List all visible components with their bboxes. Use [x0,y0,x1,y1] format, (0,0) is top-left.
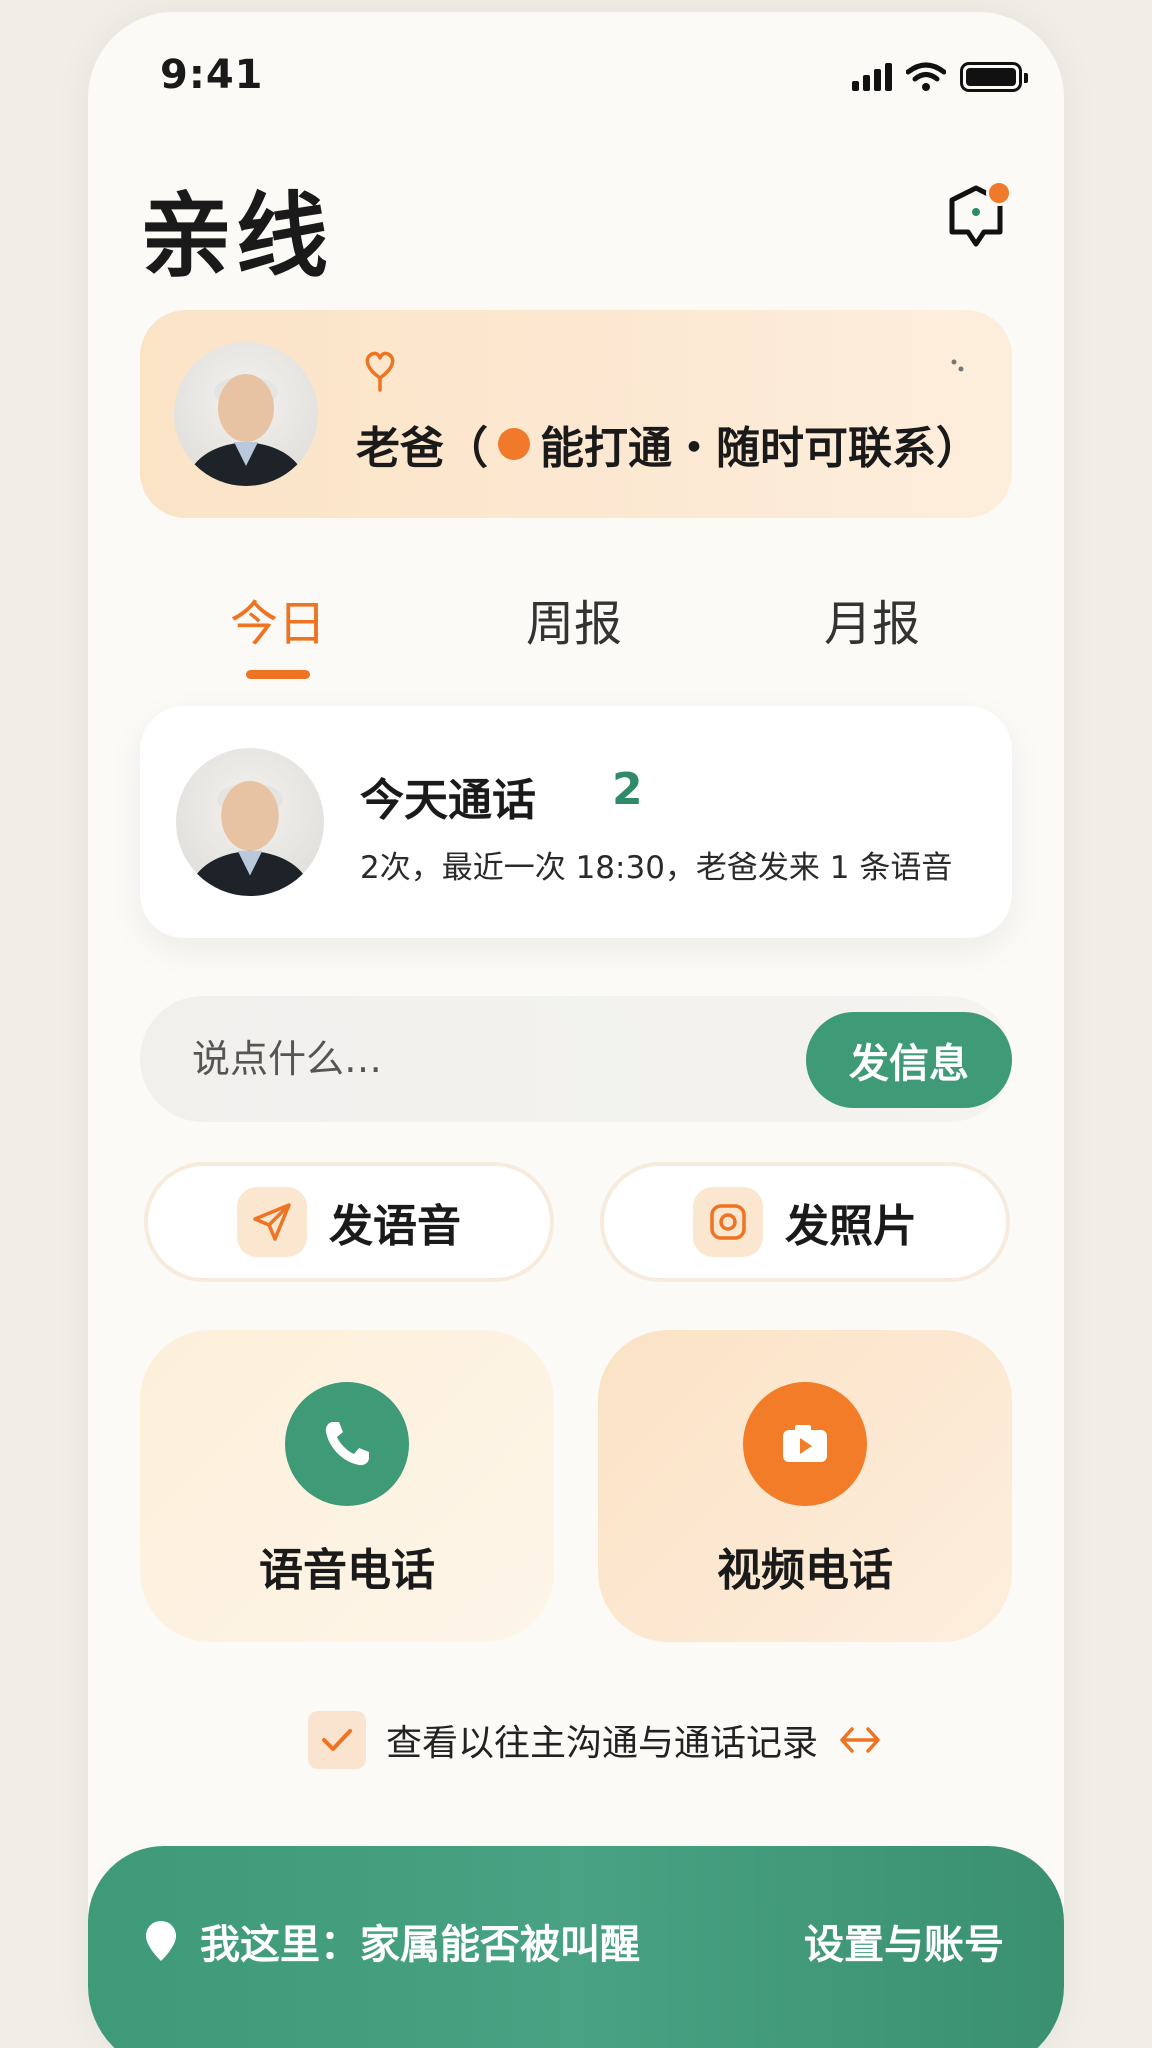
phone-icon [285,1382,409,1506]
contact-status: 能打通・随时可联系 [540,423,936,474]
wake-status-button[interactable]: 我这里：家属能否被叫醒 [144,1912,640,1970]
message-bar: 发信息 [140,996,1012,1122]
contact-name: 老爸 [356,423,444,474]
video-call-button[interactable]: 视频电话 [598,1330,1012,1642]
wifi-icon [906,62,946,91]
notification-badge [986,180,1012,206]
settings-account-button[interactable]: 设置与账号 [804,1912,1004,1970]
bottom-bar: 我这里：家属能否被叫醒 设置与账号 [88,1846,1064,2048]
app-title: 亲线 [140,183,333,290]
paren-open: （ [444,423,488,474]
send-photo-button[interactable]: 发照片 [600,1162,1010,1282]
tab-weekly[interactable]: 周报 [526,584,622,654]
paren-close: ） [936,423,980,474]
battery-icon [960,62,1028,92]
summary-detail: 2次，最近一次 18:30，老爸发来 1 条语音 [360,850,953,886]
summary-title: 今天通话 [360,775,536,826]
send-message-button[interactable]: 发信息 [806,1012,1012,1108]
video-call-label: 视频电话 [717,1545,893,1596]
wake-status-label: 我这里：家属能否被叫醒 [200,1922,640,1968]
tab-monthly[interactable]: 月报 [824,584,920,654]
message-input[interactable] [192,1024,752,1094]
voice-call-label: 语音电话 [259,1545,435,1596]
double-arrow-icon [840,1727,880,1753]
phone-screen: 9:41 亲线 老爸 （ 能打通・随时可联系 ） 今日 周报 月报 今天通话 2… [88,12,1064,2048]
summary-count: 2 [612,764,643,815]
contact-card[interactable]: 老爸 （ 能打通・随时可联系 ） [140,310,1012,518]
summary-avatar [176,748,324,896]
send-voice-button[interactable]: 发语音 [144,1162,554,1282]
history-label: 查看以往主沟通与通话记录 [386,1723,819,1764]
send-photo-label: 发照片 [785,1201,917,1252]
checkmark-icon [308,1711,366,1769]
contact-avatar [174,342,318,486]
tab-today[interactable]: 今日 [230,584,326,654]
voice-call-button[interactable]: 语音电话 [140,1330,554,1642]
status-dot [498,428,530,460]
status-time: 9:41 [160,52,264,98]
history-link[interactable]: 查看以往主沟通与通话记录 [308,1710,882,1770]
contact-status-line: 老爸 （ 能打通・随时可联系 ） [356,412,980,476]
notification-button[interactable] [944,180,1012,250]
location-pin-icon [146,1921,176,1961]
more-icon[interactable] [948,356,968,376]
camera-square-icon [693,1187,763,1257]
paper-plane-icon [237,1187,307,1257]
video-play-icon [743,1382,867,1506]
status-icons [852,62,1028,92]
tab-indicator [246,670,310,679]
signal-icon [852,63,892,91]
send-voice-label: 发语音 [329,1201,461,1252]
call-summary-card[interactable]: 今天通话 2 2次，最近一次 18:30，老爸发来 1 条语音 [140,706,1012,938]
heart-balloon-icon [365,351,395,392]
